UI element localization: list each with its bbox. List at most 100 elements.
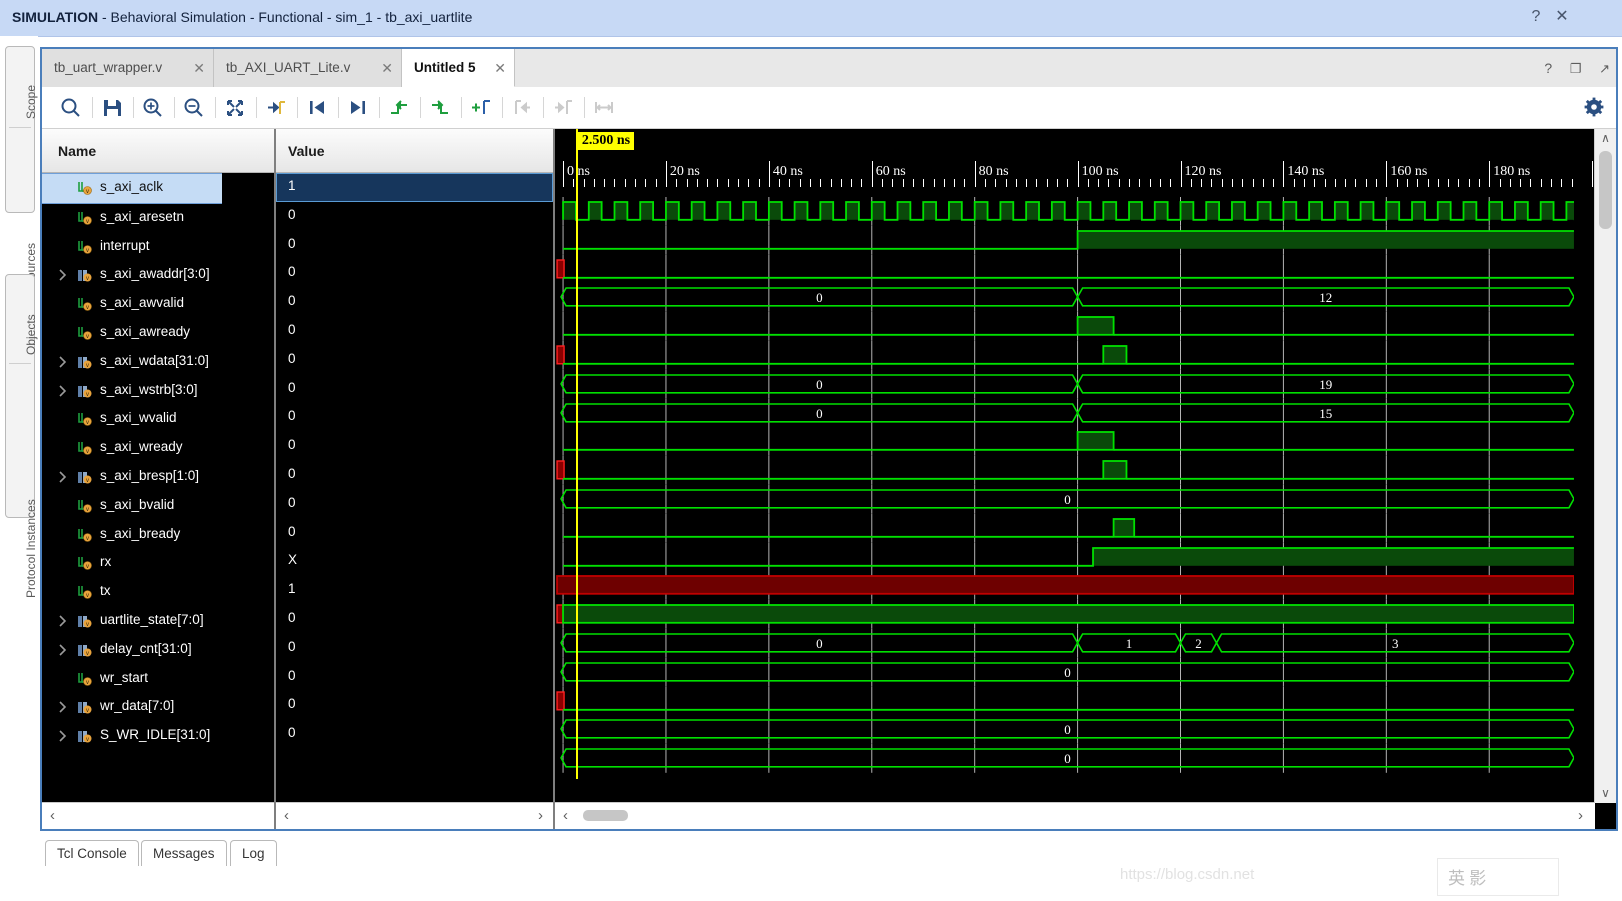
tab-tb-uart-wrapper[interactable]: tb_uart_wrapper.v ✕ bbox=[42, 49, 214, 87]
signal-row-interrupt[interactable]: v interrupt bbox=[42, 233, 274, 262]
scroll-left-icon[interactable]: ‹ bbox=[563, 807, 568, 824]
svg-text:v: v bbox=[86, 277, 89, 283]
tab-close-icon[interactable]: ✕ bbox=[193, 49, 205, 87]
tab-tb-axi-uart-lite[interactable]: tb_AXI_UART_Lite.v ✕ bbox=[214, 49, 402, 87]
next-transition-icon[interactable] bbox=[343, 93, 373, 122]
next-marker-icon[interactable] bbox=[425, 93, 455, 122]
svg-text:v: v bbox=[86, 334, 89, 340]
svg-text:2: 2 bbox=[1195, 636, 1202, 651]
sidebar-item-scope[interactable]: Scope bbox=[6, 47, 38, 127]
signal-row-delay-cnt-31-0-[interactable]: v delay_cnt[31:0] bbox=[42, 636, 274, 665]
wave-bit-icon: v bbox=[77, 441, 92, 456]
zoom-out-icon[interactable] bbox=[179, 93, 209, 122]
signal-value-s-axi-awvalid: 0 bbox=[288, 293, 296, 309]
signal-row-s-axi-wready[interactable]: v s_axi_wready bbox=[42, 434, 274, 463]
waveform-graph[interactable]: 0 ns 20 ns 40 ns 60 ns 80 ns 100 ns 120 ns 140 … bbox=[555, 129, 1595, 829]
tab-tcl-console[interactable]: Tcl Console bbox=[45, 840, 139, 866]
svg-text:v: v bbox=[86, 449, 89, 455]
signal-row-s-axi-awready[interactable]: v s_axi_awready bbox=[42, 319, 274, 348]
sidebar-item-protocol-instances[interactable]: Protocol Instances bbox=[6, 363, 38, 598]
waveform-vscrollbar[interactable]: ∧ ∨ bbox=[1594, 129, 1616, 803]
signal-name-label: s_axi_bresp[1:0] bbox=[100, 467, 200, 483]
signal-row-s-axi-wdata-31-0-[interactable]: v s_axi_wdata[31:0] bbox=[42, 348, 274, 377]
signal-name-label: s_axi_aclk bbox=[100, 179, 164, 194]
measure-icon[interactable] bbox=[589, 93, 619, 122]
wave-bus-icon: v bbox=[77, 700, 92, 715]
tab-close-icon[interactable]: ✕ bbox=[381, 49, 393, 87]
chevron-right-icon[interactable] bbox=[58, 701, 68, 713]
scroll-down-icon[interactable]: ∨ bbox=[1595, 784, 1616, 803]
tab-log[interactable]: Log bbox=[230, 840, 277, 866]
scroll-right-icon[interactable]: › bbox=[1578, 807, 1583, 824]
hscrollbar-thumb[interactable] bbox=[583, 810, 628, 821]
panel-restore-icon[interactable]: ❐ bbox=[1570, 50, 1582, 88]
close-icon[interactable]: ✕ bbox=[1553, 8, 1571, 26]
signal-row-s-axi-wvalid[interactable]: v s_axi_wvalid bbox=[42, 405, 274, 434]
scroll-left-icon[interactable]: ‹ bbox=[284, 807, 289, 824]
tab-messages[interactable]: Messages bbox=[141, 840, 227, 866]
panel-float-icon[interactable]: ↗ bbox=[1599, 50, 1610, 88]
scroll-up-icon[interactable]: ∧ bbox=[1595, 129, 1616, 148]
gear-icon[interactable] bbox=[1584, 97, 1604, 117]
chevron-right-icon[interactable] bbox=[58, 385, 68, 397]
sidebar-item-objects[interactable]: Objects bbox=[6, 275, 38, 363]
name-column-hscrollbar[interactable]: ‹ bbox=[42, 802, 274, 829]
signal-row-s-axi-bready[interactable]: v s_axi_bready bbox=[42, 521, 274, 550]
panel-help-icon[interactable]: ? bbox=[1544, 49, 1552, 87]
signal-name-label: s_axi_wstrb[3:0] bbox=[100, 381, 198, 397]
help-icon[interactable]: ? bbox=[1527, 8, 1545, 26]
signal-row-s-axi-bresp-1-0-[interactable]: v s_axi_bresp[1:0] bbox=[42, 463, 274, 492]
editor-tab-bar: tb_uart_wrapper.v ✕ tb_AXI_UART_Lite.v ✕… bbox=[42, 49, 1616, 88]
signal-row-tx[interactable]: v tx bbox=[42, 578, 274, 607]
vscrollbar-thumb[interactable] bbox=[1599, 151, 1612, 229]
signal-row-s-axi-bvalid[interactable]: v s_axi_bvalid bbox=[42, 492, 274, 521]
scroll-right-icon[interactable]: › bbox=[538, 807, 543, 824]
svg-text:v: v bbox=[86, 248, 89, 254]
chevron-right-icon[interactable] bbox=[58, 356, 68, 368]
chevron-right-icon[interactable] bbox=[58, 644, 68, 656]
signal-value-s-wr-idle-31-0-: 0 bbox=[288, 725, 296, 741]
scroll-left-icon[interactable]: ‹ bbox=[50, 807, 55, 824]
tab-untitled-5[interactable]: Untitled 5 ✕ bbox=[402, 49, 515, 87]
prev-divider-icon[interactable] bbox=[507, 93, 537, 122]
tab-close-icon[interactable]: ✕ bbox=[494, 49, 506, 87]
waveform-viewer: Name v s_axi_aclk v s_axi_aresetn v interrupt… bbox=[42, 129, 1616, 829]
chevron-right-icon[interactable] bbox=[58, 730, 68, 742]
waveform-hscrollbar[interactable]: ‹ › bbox=[555, 802, 1595, 829]
signal-row-s-axi-aresetn[interactable]: v s_axi_aresetn bbox=[42, 204, 274, 233]
signal-row-s-axi-awvalid[interactable]: v s_axi_awvalid bbox=[42, 290, 274, 319]
tab-tb-axi-uart-lite-label: tb_AXI_UART_Lite.v bbox=[226, 60, 351, 75]
value-column-hscrollbar[interactable]: ‹ › bbox=[276, 802, 553, 829]
zoom-in-icon[interactable] bbox=[138, 93, 168, 122]
time-cursor[interactable] bbox=[575, 129, 578, 779]
wave-bus-icon: v bbox=[77, 614, 92, 629]
previous-marker-icon[interactable] bbox=[384, 93, 414, 122]
tab-tb-uart-wrapper-label: tb_uart_wrapper.v bbox=[54, 60, 163, 75]
signal-row-wr-start[interactable]: v wr_start bbox=[42, 665, 274, 694]
chevron-right-icon[interactable] bbox=[58, 615, 68, 627]
svg-text:v: v bbox=[86, 392, 89, 398]
svg-text:v: v bbox=[86, 622, 89, 628]
signal-row-s-axi-awaddr-3-0-[interactable]: v s_axi_awaddr[3:0] bbox=[42, 261, 274, 290]
next-divider-icon[interactable] bbox=[548, 93, 578, 122]
svg-text:v: v bbox=[86, 189, 89, 195]
time-ruler[interactable]: 0 ns 20 ns 40 ns 60 ns 80 ns 100 ns 120 ns 140 … bbox=[555, 129, 1595, 197]
signal-row-s-axi-aclk[interactable]: v s_axi_aclk bbox=[42, 173, 222, 204]
previous-transition-icon[interactable] bbox=[302, 93, 332, 122]
zoom-fit-icon[interactable] bbox=[220, 93, 250, 122]
signal-row-uartlite-state-7-0-[interactable]: v uartlite_state[7:0] bbox=[42, 607, 274, 636]
signal-row-wr-data-7-0-[interactable]: v wr_data[7:0] bbox=[42, 693, 274, 722]
chevron-right-icon[interactable] bbox=[58, 269, 68, 281]
save-icon[interactable] bbox=[97, 93, 127, 122]
signal-value-s-axi-aclk: 1 bbox=[276, 173, 553, 202]
add-marker-icon[interactable] bbox=[466, 93, 496, 122]
window-title-bar: SIMULATION - Behavioral Simulation - Fun… bbox=[0, 0, 1622, 37]
signal-row-s-wr-idle-31-0-[interactable]: v S_WR_IDLE[31:0] bbox=[42, 722, 274, 751]
signal-row-s-axi-wstrb-3-0-[interactable]: v s_axi_wstrb[3:0] bbox=[42, 377, 274, 406]
chevron-right-icon[interactable] bbox=[58, 471, 68, 483]
signal-row-rx[interactable]: v rx bbox=[42, 549, 274, 578]
goto-time-icon[interactable] bbox=[261, 93, 291, 122]
time-tick-label: 40 ns bbox=[772, 164, 803, 179]
search-icon[interactable] bbox=[56, 93, 86, 122]
sidebar-item-sources[interactable]: Sources bbox=[6, 127, 38, 287]
